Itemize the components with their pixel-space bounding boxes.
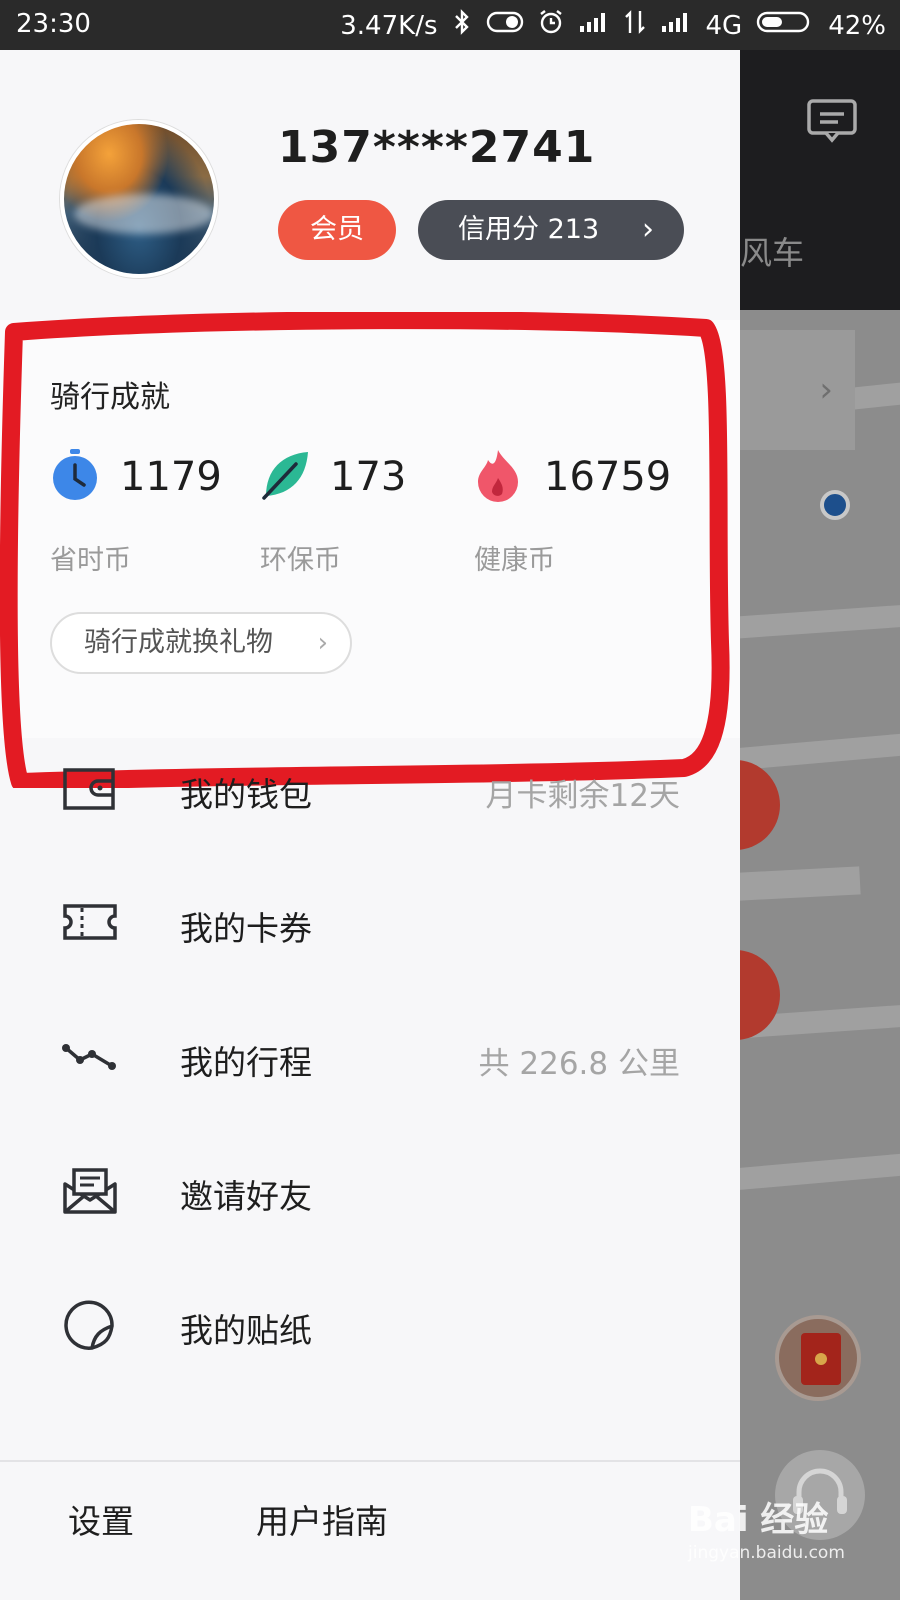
- menu-label: 邀请好友: [180, 1177, 312, 1216]
- red-packet-icon[interactable]: [775, 1315, 861, 1401]
- side-drawer: 137****2741 会员 信用分 213 › 骑行成就 1179 省时币 1…: [0, 50, 740, 1600]
- bluetooth-icon: [452, 9, 472, 42]
- riding-achievements: 骑行成就 1179 省时币 173 环保币 16759 健康币 骑行成就换礼物 …: [0, 320, 740, 738]
- signal-icon: [578, 10, 610, 41]
- map-pin[interactable]: [740, 760, 780, 850]
- wallet-icon: [62, 764, 118, 814]
- chevron-right-icon: ›: [642, 212, 654, 247]
- chevron-right-icon: ›: [819, 370, 833, 410]
- baidu-watermark: Bai 经验 jingyan.baidu.com: [688, 1492, 845, 1563]
- menu-item-invite[interactable]: 邀请好友: [0, 1124, 740, 1258]
- menu-label: 我的行程: [180, 1043, 312, 1082]
- stat-label: 省时币: [50, 545, 131, 576]
- battery-level: 42%: [828, 10, 886, 41]
- trip-icon: [62, 1032, 118, 1082]
- watermark-url: jingyan.baidu.com: [688, 1543, 845, 1563]
- achievements-title: 骑行成就: [50, 380, 170, 415]
- chevron-right-icon: ›: [317, 628, 328, 658]
- menu-item-trips[interactable]: 我的行程 共 226.8 公里: [0, 990, 740, 1124]
- stat-value: 16759: [544, 454, 672, 500]
- settings-link[interactable]: 设置: [68, 1460, 134, 1584]
- status-time: 23:30: [16, 9, 91, 39]
- user-guide-link[interactable]: 用户指南: [256, 1460, 388, 1584]
- network-speed: 3.47K/s: [340, 10, 438, 41]
- menu-label: 我的钱包: [180, 775, 312, 814]
- avatar[interactable]: [60, 120, 218, 278]
- status-bar: 23:30 3.47K/s 4G 42%: [0, 0, 900, 50]
- menu-label: 我的贴纸: [180, 1311, 312, 1350]
- menu-extra: 月卡剩余12天: [485, 778, 680, 814]
- clock-icon: [50, 448, 100, 506]
- background-map: ›: [740, 310, 900, 1600]
- stat-label: 环保币: [260, 545, 341, 576]
- exchange-gift-button[interactable]: 骑行成就换礼物 ›: [50, 612, 352, 674]
- background-card[interactable]: ›: [740, 330, 855, 450]
- signal-icon-2: [660, 10, 692, 41]
- member-badge[interactable]: 会员: [278, 200, 396, 260]
- network-type: 4G: [705, 10, 743, 41]
- credit-score-button[interactable]: 信用分 213 ›: [418, 200, 684, 260]
- flame-icon: [474, 448, 522, 506]
- stat-value: 173: [330, 454, 407, 500]
- battery-icon: [756, 10, 814, 41]
- chat-icon[interactable]: [806, 98, 858, 148]
- coupon-icon: [62, 898, 118, 948]
- location-dot: [820, 490, 850, 520]
- stat-label: 健康币: [474, 545, 555, 576]
- sticker-icon: [62, 1300, 118, 1350]
- menu-item-stickers[interactable]: 我的贴纸: [0, 1258, 740, 1392]
- user-phone: 137****2741: [278, 122, 596, 173]
- menu-item-wallet[interactable]: 我的钱包 月卡剩余12天: [0, 722, 740, 856]
- background-header: 风车: [740, 50, 900, 310]
- exchange-gift-label: 骑行成就换礼物: [84, 627, 273, 658]
- alarm-icon: [538, 9, 564, 42]
- watermark-brand: Bai 经验: [688, 1500, 829, 1540]
- data-transfer-icon: [624, 9, 646, 42]
- menu-item-coupons[interactable]: 我的卡券: [0, 856, 740, 990]
- menu-label: 我的卡券: [180, 909, 312, 948]
- leaf-icon: [260, 448, 312, 504]
- credit-score-label: 信用分 213: [458, 214, 600, 245]
- background-tab-label[interactable]: 风车: [740, 228, 804, 274]
- stat-value: 1179: [120, 454, 222, 500]
- menu-extra: 共 226.8 公里: [478, 1046, 680, 1082]
- toggle-icon: [486, 10, 524, 41]
- invite-icon: [62, 1166, 118, 1216]
